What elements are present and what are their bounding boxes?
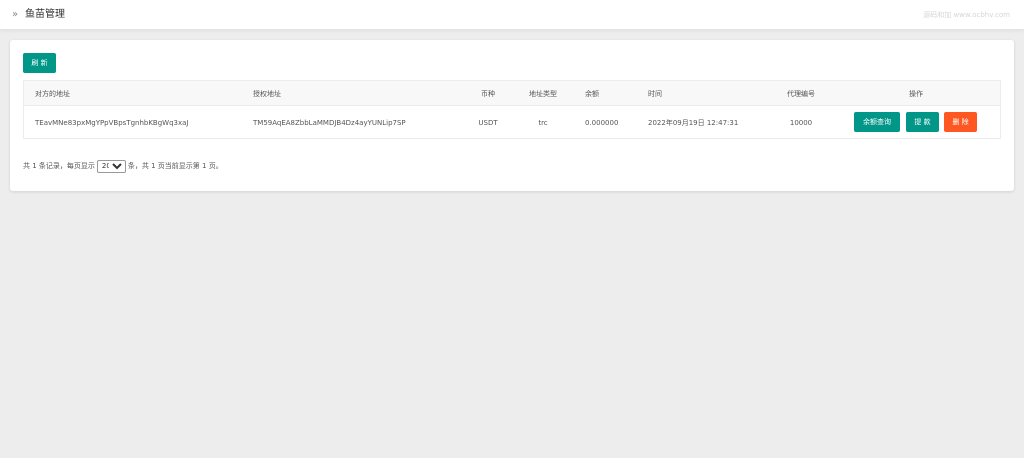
double-chevron-right-icon: » [12,9,19,20]
column-header-counterparty-address: 对方的地址 [35,90,70,98]
pagination-prefix: 共 1 条记录，每页显示 [23,162,95,170]
column-header-authorized-address: 授权地址 [253,90,281,98]
refresh-button[interactable]: 刷 新 [23,53,56,73]
column-header-actions: 操作 [909,90,923,98]
time-cell: 2022年09月19日 12:47:31 [648,119,739,127]
table-header: 对方的地址 授权地址 币种 地址类型 余额 时间 代理编号 操作 [24,81,1000,106]
balance-query-button[interactable]: 余额查询 [854,112,900,132]
balance-cell: 0.000000 [585,119,619,127]
withdraw-button[interactable]: 提 款 [906,112,939,132]
counterparty-address-cell: TEavMNe83pxMgYPpVBpsTgnhbKBgWq3xaJ [35,119,189,127]
content-card: 刷 新 对方的地址 授权地址 币种 地址类型 余额 时间 代理编号 操作 TEa… [10,40,1014,191]
column-header-time: 时间 [648,90,662,98]
column-header-agent-id: 代理编号 [787,90,815,98]
address-type-cell: trc [538,119,548,127]
column-header-currency: 币种 [481,90,495,98]
column-header-address-type: 地址类型 [529,90,557,98]
pagination: 共 1 条记录，每页显示 20 条，共 1 页当前显示第 1 页。 [23,159,223,173]
data-table: 对方的地址 授权地址 币种 地址类型 余额 时间 代理编号 操作 TEavMNe… [23,80,1001,139]
watermark: 源码和加 www.ocbhv.com [923,11,1010,19]
top-bar: » 鱼苗管理 源码和加 www.ocbhv.com [0,0,1024,30]
table-row: TEavMNe83pxMgYPpVBpsTgnhbKBgWq3xaJ TM59A… [24,106,1000,139]
delete-button[interactable]: 删 除 [944,112,977,132]
agent-id-cell: 10000 [789,119,813,127]
pagination-suffix: 条，共 1 页当前显示第 1 页。 [127,162,223,170]
authorized-address-cell: TM59AqEA8ZbbLaMMDJB4Dz4ayYUNLip7SP [253,119,406,127]
column-header-balance: 余额 [585,90,599,98]
currency-cell: USDT [478,119,498,127]
page-title: 鱼苗管理 [25,9,65,20]
page-size-select[interactable]: 20 [96,159,126,173]
